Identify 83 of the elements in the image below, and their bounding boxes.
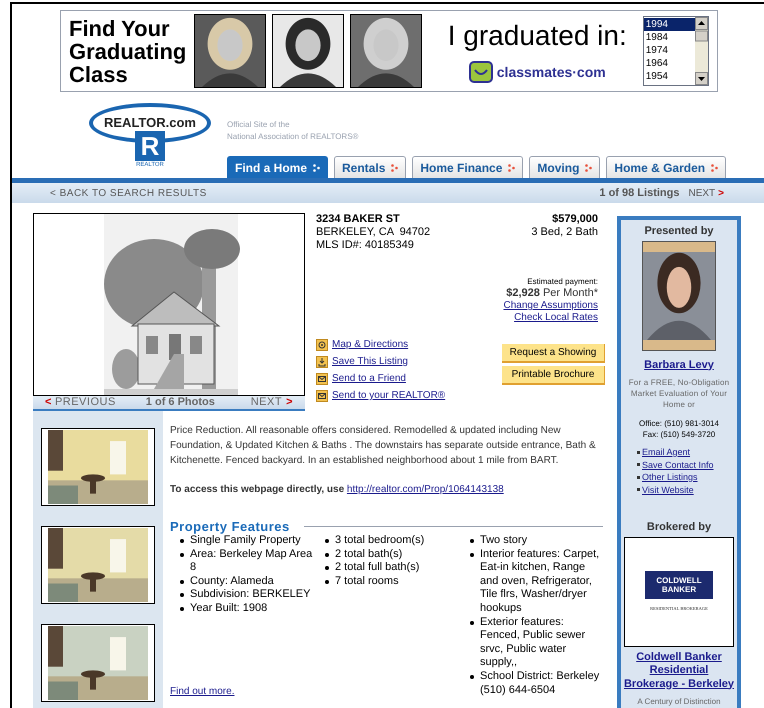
- feature-text: Area: Berkeley Map Area 8: [190, 548, 314, 575]
- description-text: Price Reduction. All reasonable offers considered. Remodelled & updated including New Foundation, & Updated Kitchen & Baths . The downstairs has separate outside entrance, Bath & Kitchenette. Fenced backyard. In an established neighborhood about 1 mile from BART.: [170, 424, 597, 468]
- target-icon: [316, 338, 328, 350]
- price-text: $579,000: [552, 213, 598, 226]
- office-phone-text: Office: (510) 981-3014: [639, 418, 719, 429]
- mls-text: MLS ID#: 40185349: [316, 239, 415, 252]
- mail-icon: [316, 372, 328, 384]
- tagline-text: Official Site of the: [227, 119, 291, 131]
- payment-label: Estimated payment:: [527, 276, 598, 287]
- sidebar-heading: Presented by: [644, 224, 714, 239]
- nav-tab[interactable]: Moving: [529, 156, 600, 178]
- feature-text: 2 total full bath(s): [335, 561, 420, 575]
- ad-prompt: I graduated in:: [448, 19, 627, 53]
- sidebar-heading: Brokered by: [646, 520, 712, 535]
- previous-link[interactable]: < PREVIOUS: [45, 394, 116, 411]
- next-link[interactable]: NEXT >: [688, 186, 724, 200]
- scrollbar: [695, 17, 708, 85]
- nav-tab[interactable]: Home & Garden: [606, 156, 726, 178]
- action-button[interactable]: Request a Showing: [502, 344, 605, 363]
- broker-logo: COLDWELL BANKER: [645, 570, 713, 599]
- feature-text: Two story: [480, 534, 528, 548]
- year-option[interactable]: 1994: [644, 18, 695, 31]
- next-photo-link[interactable]: NEXT >: [250, 394, 293, 411]
- city-text: BERKELEY, CA 94702: [316, 226, 430, 239]
- section-heading: Property Features: [170, 519, 290, 534]
- direct-access-text: To access this webpage directly, use http://realtor.com/Prop/1064143138: [170, 483, 505, 497]
- broker-name-link[interactable]: Coldwell Banker Residential Brokerage - Berkeley: [621, 650, 737, 691]
- back-link[interactable]: < BACK TO SEARCH RESULTS: [50, 186, 207, 200]
- action-link[interactable]: Send to a Friend: [332, 372, 406, 385]
- payment-link[interactable]: Check Local Rates: [514, 312, 598, 324]
- action-button[interactable]: Printable Brochure: [502, 366, 605, 385]
- feature-text: 2 total bath(s): [335, 548, 402, 562]
- year-option[interactable]: 1964: [644, 57, 695, 70]
- agent-link[interactable]: Email Agent: [642, 446, 690, 458]
- year-option[interactable]: 1954: [644, 70, 695, 83]
- dots-icon: [313, 164, 320, 172]
- dots-icon: [508, 164, 516, 172]
- dots-icon: [391, 164, 398, 172]
- bullet-icon: [637, 450, 640, 454]
- feature-text: School District: Berkeley (510) 644-6504: [480, 670, 600, 698]
- action-link[interactable]: Save This Listing: [332, 355, 408, 368]
- fax-text: Fax: (510) 549-3720: [642, 429, 716, 440]
- dots-icon: [711, 164, 718, 172]
- direct-link[interactable]: http://realtor.com/Prop/1064143138: [346, 484, 504, 495]
- smiley-logo-icon: [468, 61, 493, 83]
- tagline-text: National Association of REALTORS®: [227, 131, 360, 143]
- address-text: 3234 BAKER ST: [316, 213, 401, 226]
- agent-link[interactable]: Visit Website: [642, 484, 694, 496]
- dots-icon: [585, 164, 592, 172]
- payment-amount: $2,928 Per Month*: [506, 287, 598, 300]
- mail-icon: [316, 390, 328, 402]
- feature-text: County: Alameda: [190, 574, 274, 588]
- agent-pitch-text: For a FREE, No-Obligation Market Evaluation of Your Home or: [628, 377, 730, 410]
- agent-link[interactable]: Other Listings: [642, 471, 698, 484]
- photo-counter: 1 of 6 Photos: [146, 395, 215, 410]
- listing-count: 1 of 98 Listings: [599, 186, 680, 201]
- year-option[interactable]: 1984: [644, 31, 695, 44]
- beds-baths-text: 3 Bed, 2 Bath: [531, 226, 598, 239]
- feature-text: 7 total rooms: [335, 574, 399, 588]
- ad-logo-text: classmates·com: [496, 62, 606, 82]
- feature-text: Year Built: 1908: [190, 602, 268, 616]
- nav-tab[interactable]: Rentals: [334, 156, 406, 178]
- payment-link[interactable]: Change Assumptions: [503, 300, 598, 312]
- ad-headline: Find Your Graduating Class: [69, 16, 188, 86]
- feature-text: Interior features: Carpet, Eat-in kitchen, Range and oven, Refrigerator, Tile flrs, Washer/dryer hookups: [480, 548, 600, 616]
- year-option[interactable]: 1974: [644, 44, 695, 57]
- bullet-icon: [637, 463, 640, 466]
- find-more-link[interactable]: Find out more.: [170, 686, 234, 697]
- year-listbox[interactable]: 1994 1984 1974 1964 1954: [642, 16, 709, 86]
- nav-tab[interactable]: Home Finance: [412, 156, 524, 178]
- agent-name-link[interactable]: Barbara Levy: [644, 356, 714, 373]
- action-link[interactable]: Send to your REALTOR®: [332, 389, 446, 402]
- feature-text: Single Family Property: [190, 534, 301, 548]
- bullet-icon: [637, 488, 640, 492]
- feature-text: Subdivision: BERKELEY: [190, 588, 310, 602]
- feature-text: 3 total bedroom(s): [335, 534, 424, 548]
- bullet-icon: [637, 476, 640, 479]
- agent-link[interactable]: Save Contact Info: [642, 458, 714, 471]
- broker-tagline: A Century of Distinction: [637, 696, 721, 708]
- nav-tab[interactable]: Find a Home: [227, 156, 328, 178]
- download-icon: [316, 356, 328, 368]
- feature-text: Exterior features: Fenced, Public sewer srvc, Public water supply,,: [480, 616, 586, 670]
- action-link[interactable]: Map & Directions: [332, 338, 408, 351]
